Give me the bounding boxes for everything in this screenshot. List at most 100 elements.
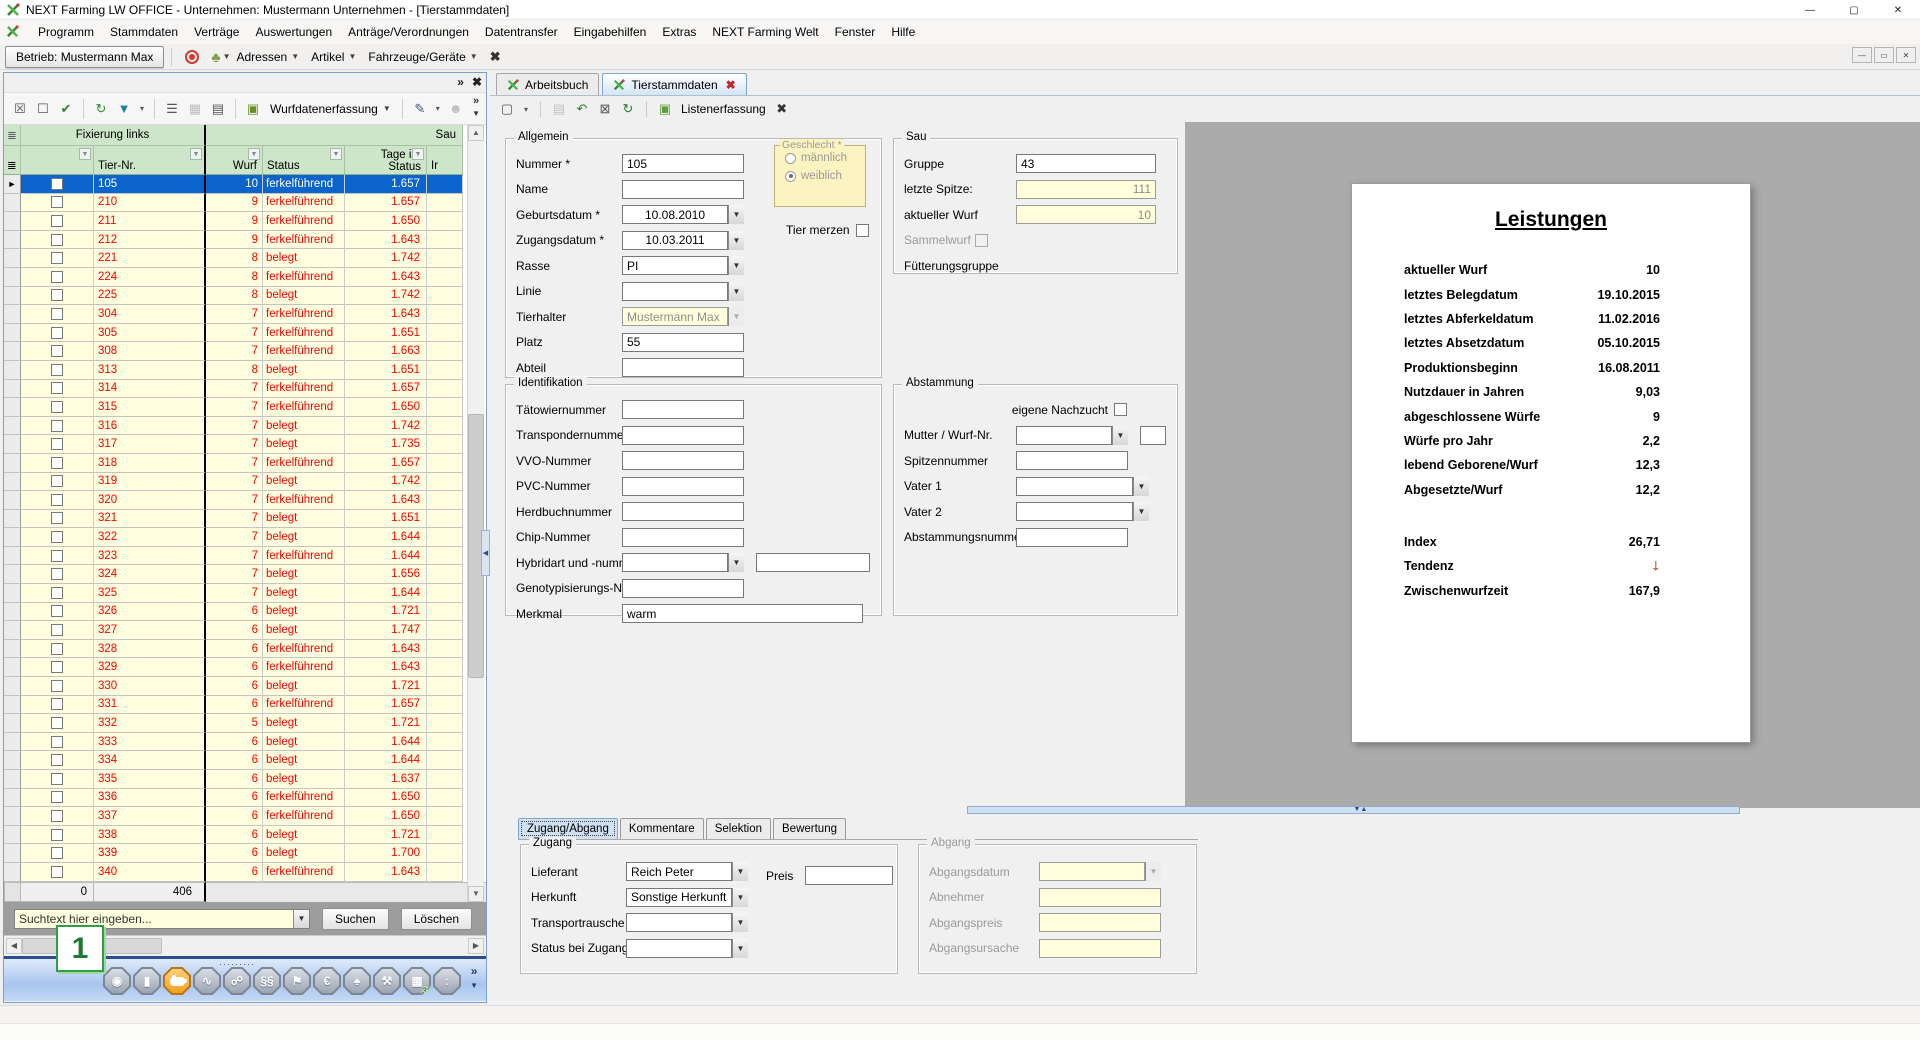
cell-partial[interactable] xyxy=(427,194,463,213)
radio-weiblich[interactable]: weiblich xyxy=(785,170,865,182)
cell-tage-im-status[interactable]: 1.644 xyxy=(345,733,427,752)
cell-tage-im-status[interactable]: 1.651 xyxy=(345,510,427,529)
row-select-cell[interactable] xyxy=(21,212,94,231)
cell-tier-nr[interactable]: 337 xyxy=(94,807,206,826)
cell-tier-nr[interactable]: 327 xyxy=(94,621,206,640)
cell-tage-im-status[interactable]: 1.721 xyxy=(345,826,427,845)
row-checkbox[interactable] xyxy=(51,698,63,710)
cell-tage-im-status[interactable]: 1.721 xyxy=(345,677,427,696)
cell-tier-nr[interactable]: 333 xyxy=(94,733,206,752)
cell-partial[interactable] xyxy=(427,621,463,640)
row-select-cell[interactable] xyxy=(21,268,94,287)
row-checkbox[interactable] xyxy=(51,196,63,208)
cell-wurf[interactable]: 6 xyxy=(206,640,263,659)
cell-partial[interactable] xyxy=(427,324,463,343)
field-platz[interactable]: 55 xyxy=(622,333,744,352)
cell-tier-nr[interactable]: 329 xyxy=(94,658,206,677)
cell-partial[interactable] xyxy=(427,658,463,677)
cell-tier-nr[interactable]: 322 xyxy=(94,528,206,547)
row-select-cell[interactable] xyxy=(21,454,94,473)
tab-bewertung[interactable]: Bewertung xyxy=(773,818,846,839)
cell-tage-im-status[interactable]: 1.700 xyxy=(345,844,427,863)
table-row[interactable]: 2129ferkelführend1.643 xyxy=(4,231,486,250)
row-menu-icon[interactable]: ≣ xyxy=(4,146,21,175)
table-row[interactable]: 3197belegt1.742 xyxy=(4,473,486,492)
table-row[interactable]: 3325belegt1.721 xyxy=(4,714,486,733)
cell-wurf[interactable]: 8 xyxy=(206,268,263,287)
row-select-cell[interactable] xyxy=(21,305,94,324)
cell-tage-im-status[interactable]: 1.650 xyxy=(345,789,427,808)
loeschen-button[interactable]: Löschen xyxy=(401,908,472,930)
cell-partial[interactable] xyxy=(427,454,463,473)
machinery-icon[interactable]: ⚒ xyxy=(373,967,401,995)
table-row[interactable]: 3187ferkelführend1.657 xyxy=(4,454,486,473)
table-row[interactable]: 3406ferkelführend1.643 xyxy=(4,863,486,882)
menu-extras[interactable]: Extras xyxy=(654,22,704,42)
filter-icon[interactable]: ▼ xyxy=(412,148,424,160)
cell-status[interactable]: ferkelführend xyxy=(263,342,345,361)
cell-tier-nr[interactable]: 210 xyxy=(94,194,206,213)
field-pvc-nummer[interactable] xyxy=(622,477,744,496)
table-row[interactable]: 3356belegt1.637 xyxy=(4,770,486,789)
cell-partial[interactable] xyxy=(427,714,463,733)
row-checkbox[interactable] xyxy=(51,289,63,301)
cell-tier-nr[interactable]: 316 xyxy=(94,417,206,436)
table-row[interactable]: 3087ferkelführend1.663 xyxy=(4,342,486,361)
field-letzte-spitze[interactable]: 111 xyxy=(1016,180,1156,199)
row-select-cell[interactable] xyxy=(21,751,94,770)
cell-partial[interactable] xyxy=(427,510,463,529)
row-checkbox[interactable] xyxy=(51,401,63,413)
cell-tier-nr[interactable]: 328 xyxy=(94,640,206,659)
cell-wurf[interactable]: 6 xyxy=(206,658,263,677)
cell-status[interactable]: belegt xyxy=(263,751,345,770)
filter-icon[interactable]: ▼ xyxy=(79,148,91,160)
cell-tier-nr[interactable]: 305 xyxy=(94,324,206,343)
cell-wurf[interactable]: 9 xyxy=(206,231,263,250)
cell-tier-nr[interactable]: 308 xyxy=(94,342,206,361)
field-vater-1[interactable]: ▼ xyxy=(1016,477,1149,496)
cell-tage-im-status[interactable]: 1.643 xyxy=(345,491,427,510)
clear-icon[interactable]: ✖ xyxy=(490,49,501,65)
cell-tier-nr[interactable]: 313 xyxy=(94,361,206,380)
crops-icon[interactable]: ♠ xyxy=(343,967,371,995)
cell-status[interactable]: ferkelführend xyxy=(263,789,345,808)
iconbar-overflow-icon[interactable]: »▼ xyxy=(470,965,478,992)
row-select-cell[interactable] xyxy=(21,565,94,584)
row-select-cell[interactable] xyxy=(21,398,94,417)
cell-tier-nr[interactable]: 314 xyxy=(94,380,206,399)
menu-stammdaten[interactable]: Stammdaten xyxy=(102,22,186,42)
row-select-cell[interactable] xyxy=(21,677,94,696)
cell-tage-im-status[interactable]: 1.657 xyxy=(345,454,427,473)
cell-wurf[interactable]: 6 xyxy=(206,789,263,808)
cell-wurf[interactable]: 7 xyxy=(206,417,263,436)
cell-wurf[interactable]: 10 xyxy=(206,175,263,194)
cell-tage-im-status[interactable]: 1.643 xyxy=(345,863,427,882)
cell-wurf[interactable]: 6 xyxy=(206,826,263,845)
cell-tier-nr[interactable]: 317 xyxy=(94,435,206,454)
cell-status[interactable]: belegt xyxy=(263,361,345,380)
cell-tage-im-status[interactable]: 1.637 xyxy=(345,770,427,789)
cell-wurf[interactable]: 7 xyxy=(206,398,263,417)
cell-tier-nr[interactable]: 321 xyxy=(94,510,206,529)
maximize-button[interactable]: ▢ xyxy=(1832,0,1876,20)
row-checkbox[interactable] xyxy=(51,643,63,655)
cell-tier-nr[interactable]: 211 xyxy=(94,212,206,231)
entry-form-icon[interactable]: ▣ xyxy=(243,99,263,119)
table-row[interactable]: 3138belegt1.651 xyxy=(4,361,486,380)
vertical-scrollbar[interactable]: ▲ ▼ xyxy=(467,125,484,902)
menu-programm[interactable]: Programm xyxy=(30,22,102,42)
row-select-cell[interactable] xyxy=(21,287,94,306)
cell-partial[interactable] xyxy=(427,380,463,399)
row-checkbox[interactable] xyxy=(51,829,63,841)
cell-partial[interactable] xyxy=(427,770,463,789)
cell-tier-nr[interactable]: 323 xyxy=(94,547,206,566)
field-abnehmer[interactable] xyxy=(1039,888,1161,907)
cell-tage-im-status[interactable]: 1.657 xyxy=(345,380,427,399)
row-checkbox[interactable] xyxy=(51,624,63,636)
cell-tage-im-status[interactable]: 1.742 xyxy=(345,249,427,268)
cell-tage-im-status[interactable]: 1.663 xyxy=(345,342,427,361)
field-vvo-nummer[interactable] xyxy=(622,451,744,470)
cell-tage-im-status[interactable]: 1.657 xyxy=(345,696,427,715)
cell-partial[interactable] xyxy=(427,584,463,603)
cell-partial[interactable] xyxy=(427,807,463,826)
